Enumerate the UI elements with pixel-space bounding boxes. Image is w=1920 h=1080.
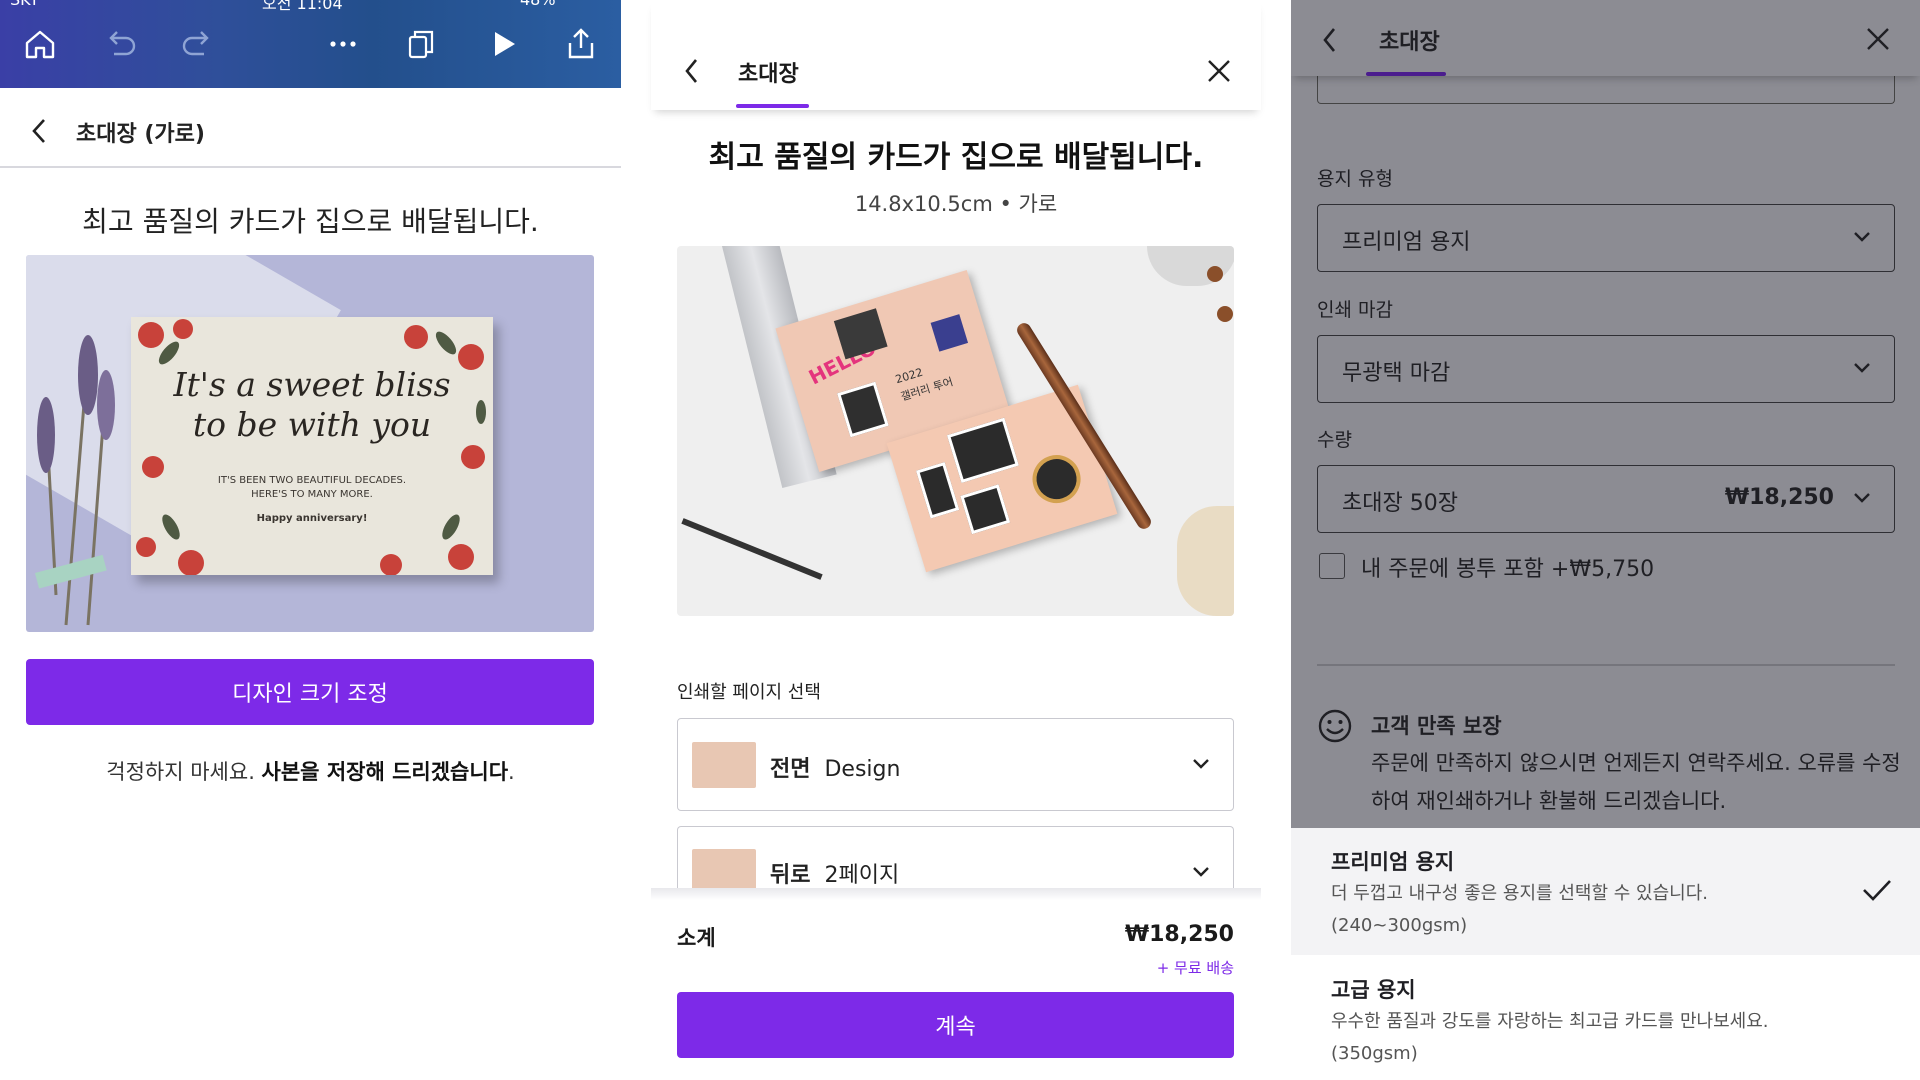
redo-icon[interactable] <box>180 26 216 62</box>
option-title: 프리미엄 용지 <box>1331 850 1455 874</box>
paper-type-label: 용지 유형 <box>1317 168 1393 190</box>
resize-design-button[interactable]: 디자인 크기 조정 <box>26 659 594 725</box>
envelope-label[interactable]: 내 주문에 봉투 포함 +₩5,750 <box>1361 551 1654 583</box>
card-small-3: Happy anniversary! <box>256 513 368 524</box>
status-bar: SKT 오전 11:04 48% <box>0 0 621 13</box>
greeting-card: It's a sweet bliss to be with you IT'S B… <box>131 317 493 575</box>
subtotal-value: ₩18,250 <box>1124 922 1234 947</box>
back-arrow-icon[interactable] <box>1319 25 1341 55</box>
print-finish-label: 인쇄 마감 <box>1317 299 1393 321</box>
delivery-heading: 최고 품질의 카드가 집으로 배달됩니다. <box>708 140 1204 175</box>
tab-invitation[interactable]: 초대장 <box>738 56 799 88</box>
check-icon <box>1863 880 1891 901</box>
play-icon[interactable] <box>485 26 521 62</box>
delivery-heading: 최고 품질의 카드가 집으로 배달됩니다. <box>82 205 539 238</box>
lavender-decoration <box>34 335 115 626</box>
card-line-2: to be with you <box>192 405 432 444</box>
divider <box>1317 664 1895 666</box>
copy-icon[interactable] <box>404 26 440 62</box>
paper-type-select[interactable]: 프리미엄 용지 <box>1317 204 1895 272</box>
status-time: 오전 11:04 <box>262 0 343 13</box>
front-side-label: 전면 <box>770 757 811 782</box>
chevron-down-icon <box>1854 232 1870 242</box>
close-icon[interactable] <box>1865 26 1891 52</box>
battery: 48% <box>520 0 556 9</box>
panel-title: 초대장 (가로) <box>76 122 205 147</box>
front-page-select[interactable]: 전면 Design <box>677 718 1234 811</box>
tab-invitation[interactable]: 초대장 <box>1379 24 1440 56</box>
option-desc: 더 두껍고 내구성 좋은 용지를 선택할 수 있습니다. <box>1331 883 1708 904</box>
card-preview-image: It's a sweet bliss to be with you IT'S B… <box>26 255 594 632</box>
free-shipping-note: + 무료 배송 <box>1156 959 1234 977</box>
quantity-select[interactable]: 초대장 50장 ₩18,250 <box>1317 465 1895 533</box>
card-small-2: HERE'S TO MANY MORE. <box>251 489 373 500</box>
option-weight: (350gsm) <box>1331 1043 1418 1064</box>
more-icon[interactable] <box>325 26 361 62</box>
page-select-label: 인쇄할 페이지 선택 <box>677 682 821 703</box>
back-thumbnail <box>692 849 756 892</box>
pencil-decoration <box>681 518 823 580</box>
paper-options-panel: 초대장 용지 유형 프리미엄 용지 인쇄 마감 무광택 마감 수량 초대장 50… <box>1291 0 1920 1080</box>
envelope-checkbox[interactable] <box>1319 553 1345 579</box>
close-icon[interactable] <box>1206 58 1232 84</box>
front-thumbnail <box>692 742 756 788</box>
front-design-name: Design <box>824 757 901 782</box>
undo-icon[interactable] <box>102 26 138 62</box>
subtotal-label: 소계 <box>677 926 716 950</box>
option-title: 고급 용지 <box>1331 978 1416 1002</box>
print-finish-select[interactable]: 무광택 마감 <box>1317 335 1895 403</box>
editor-panel: SKT 오전 11:04 48% 초대장 (가로) 최고 품질의 카드가 집으로… <box>0 0 621 1080</box>
carrier: SKT <box>10 0 39 9</box>
home-icon[interactable] <box>22 26 58 62</box>
chevron-down-icon <box>1854 493 1870 503</box>
continue-button[interactable]: 계속 <box>677 992 1234 1058</box>
back-page-select[interactable]: 뒤로 2페이지 <box>677 826 1234 892</box>
back-arrow-icon[interactable] <box>28 116 50 146</box>
card-line-1: It's a sweet bliss <box>173 365 451 404</box>
option-desc: 우수한 품질과 강도를 자랑하는 최고급 카드를 만나보세요. <box>1331 1011 1769 1032</box>
back-design-name: 2페이지 <box>824 863 900 888</box>
chevron-down-icon <box>1193 867 1209 877</box>
chevron-down-icon <box>1854 363 1870 373</box>
scroll-fade <box>651 888 1261 900</box>
save-copy-note: 걱정하지 마세요. 사본을 저장해 드리겠습니다. <box>106 760 515 784</box>
chevron-down-icon <box>1193 759 1209 769</box>
quantity-label: 수량 <box>1317 429 1352 451</box>
card-size-text: 14.8x10.5cm • 가로 <box>854 192 1058 216</box>
print-order-panel: 초대장 최고 품질의 카드가 집으로 배달됩니다. 14.8x10.5cm • … <box>651 0 1261 1080</box>
product-photo: HELLO 2022 갤러리 투어 <box>677 246 1234 616</box>
coffee-cup-decoration <box>1177 506 1234 616</box>
card-small-1: IT'S BEEN TWO BEAUTIFUL DECADES. <box>217 475 407 486</box>
panel-header <box>651 0 1261 110</box>
back-arrow-icon[interactable] <box>681 56 703 86</box>
tab-underline <box>736 104 809 108</box>
option-weight: (240~300gsm) <box>1331 915 1468 936</box>
quantity-price: ₩18,250 <box>1724 485 1834 510</box>
back-side-label: 뒤로 <box>770 863 811 888</box>
tab-underline <box>1366 72 1446 76</box>
rose-border-decoration <box>136 319 486 575</box>
guarantee-text: 주문에 만족하지 않으시면 언제든지 연락주세요. 오류를 수정하여 재인쇄하거… <box>1371 751 1901 813</box>
smile-icon <box>1318 709 1352 743</box>
guarantee-title: 고객 만족 보장 <box>1371 714 1502 738</box>
share-icon[interactable] <box>563 26 599 62</box>
